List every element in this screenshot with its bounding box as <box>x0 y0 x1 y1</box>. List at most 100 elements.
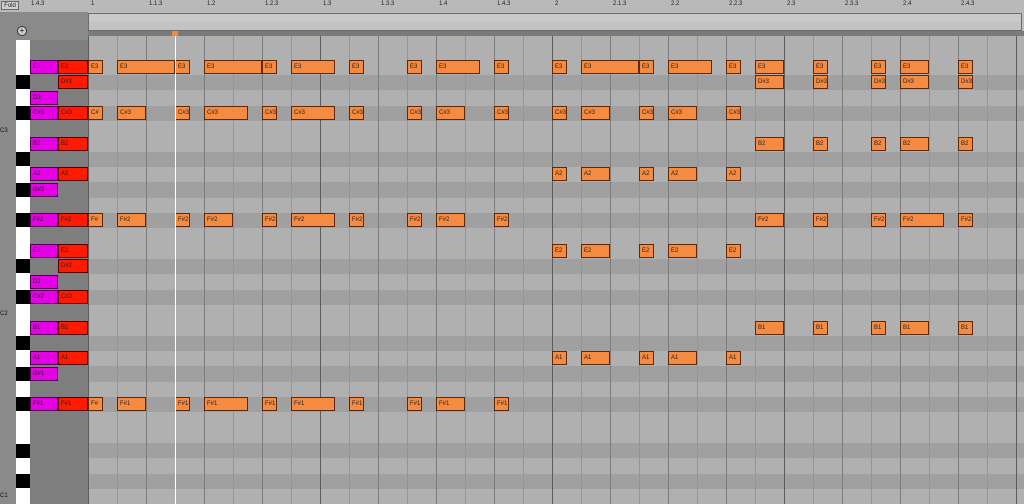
midi-note[interactable]: D#3 <box>958 75 973 90</box>
midi-note[interactable]: A1 <box>726 351 741 366</box>
midi-note[interactable]: C#3 <box>639 106 654 121</box>
midi-note[interactable]: E3 <box>494 60 509 74</box>
midi-note[interactable]: E3 <box>552 60 567 74</box>
black-key[interactable] <box>16 213 30 228</box>
midi-note[interactable]: E2 <box>726 244 741 259</box>
midi-note[interactable]: F#1 <box>349 397 364 412</box>
midi-note[interactable]: A1 <box>581 351 610 366</box>
midi-note[interactable]: D#3 <box>900 75 929 90</box>
key-note-magenta[interactable]: G#2 <box>30 182 58 197</box>
key-note-magenta[interactable]: B2 <box>30 136 58 151</box>
key-note-red[interactable]: F#1 <box>58 397 88 412</box>
midi-note[interactable]: A1 <box>668 351 697 366</box>
midi-note[interactable]: C#3 <box>668 106 697 121</box>
pitch-row[interactable] <box>88 366 1024 382</box>
midi-note[interactable]: F#2 <box>262 213 277 228</box>
key-note-red[interactable]: E3 <box>58 60 88 74</box>
midi-note[interactable]: C#3 <box>581 106 610 121</box>
black-key[interactable] <box>16 259 30 274</box>
midi-note[interactable]: E3 <box>900 60 929 74</box>
midi-note[interactable]: E3 <box>262 60 277 74</box>
midi-note[interactable]: F#2 <box>291 213 335 228</box>
midi-note[interactable]: F#2 <box>204 213 233 228</box>
pitch-row[interactable] <box>88 305 1024 320</box>
black-key[interactable] <box>16 336 30 351</box>
pitch-row[interactable] <box>88 428 1024 443</box>
loop-brace-bottom[interactable] <box>88 22 1022 31</box>
midi-note[interactable]: C#3 <box>407 106 422 121</box>
midi-note[interactable]: F#2 <box>175 213 190 228</box>
midi-note[interactable]: B2 <box>755 136 784 151</box>
key-note-magenta[interactable]: B1 <box>30 320 58 335</box>
midi-note[interactable]: C#3 <box>436 106 465 121</box>
midi-note[interactable]: E3 <box>958 60 973 74</box>
black-key[interactable] <box>16 474 30 489</box>
key-note-red[interactable]: B2 <box>58 136 88 151</box>
midi-note[interactable]: E3 <box>581 60 639 74</box>
midi-note[interactable]: F# <box>88 213 103 228</box>
midi-note[interactable]: B1 <box>900 320 929 335</box>
pitch-row[interactable] <box>88 473 1024 489</box>
pitch-row[interactable] <box>88 289 1024 305</box>
midi-note[interactable]: A2 <box>581 167 610 182</box>
black-key[interactable] <box>16 290 30 305</box>
key-note-red[interactable]: D#3 <box>58 75 88 90</box>
black-key[interactable] <box>16 152 30 167</box>
midi-note[interactable]: C#3 <box>726 106 741 121</box>
midi-note[interactable]: F#1 <box>291 397 335 412</box>
midi-note[interactable]: B2 <box>813 136 828 151</box>
key-note-magenta[interactable]: D3 <box>30 90 58 105</box>
black-key[interactable] <box>16 75 30 90</box>
midi-note[interactable]: A1 <box>552 351 567 366</box>
key-note-magenta[interactable]: E2 <box>30 244 58 259</box>
pitch-row[interactable] <box>88 335 1024 351</box>
key-note-red[interactable]: A1 <box>58 351 88 366</box>
midi-note[interactable]: B2 <box>871 136 886 151</box>
midi-note[interactable]: F#2 <box>871 213 886 228</box>
midi-note[interactable]: E3 <box>813 60 828 74</box>
midi-note[interactable]: F# <box>88 397 103 412</box>
midi-note[interactable]: F#2 <box>958 213 973 228</box>
pitch-row[interactable] <box>88 151 1024 167</box>
midi-note[interactable]: E3 <box>871 60 886 74</box>
pitch-row[interactable] <box>88 90 1024 105</box>
key-note-red[interactable]: A2 <box>58 167 88 182</box>
pitch-row[interactable] <box>88 198 1024 213</box>
midi-note[interactable]: F#1 <box>117 397 146 412</box>
key-note-red[interactable]: E2 <box>58 244 88 259</box>
key-note-red[interactable]: B1 <box>58 320 88 335</box>
midi-note[interactable]: D#3 <box>871 75 886 90</box>
midi-note[interactable]: F#2 <box>813 213 828 228</box>
midi-note[interactable]: E3 <box>204 60 262 74</box>
pitch-row[interactable] <box>88 458 1024 473</box>
fold-button[interactable]: Fold <box>1 1 19 10</box>
key-note-red[interactable]: C#3 <box>58 106 88 121</box>
midi-note[interactable]: F#1 <box>494 397 509 412</box>
midi-note[interactable]: E3 <box>88 60 103 74</box>
pitch-row[interactable] <box>88 412 1024 427</box>
key-note-magenta[interactable]: A1 <box>30 351 58 366</box>
midi-note[interactable]: B1 <box>755 320 784 335</box>
pitch-row[interactable] <box>88 258 1024 275</box>
midi-note[interactable]: B1 <box>813 320 828 335</box>
key-note-magenta[interactable]: D2 <box>30 274 58 289</box>
midi-note[interactable]: D#3 <box>813 75 828 90</box>
midi-note[interactable]: F#1 <box>436 397 465 412</box>
midi-note[interactable]: F#2 <box>117 213 146 228</box>
key-note-red[interactable]: F#2 <box>58 213 88 228</box>
midi-note[interactable]: F#1 <box>175 397 190 412</box>
midi-note[interactable]: C#3 <box>175 106 190 121</box>
key-note-magenta[interactable]: C#2 <box>30 290 58 305</box>
midi-note[interactable]: E2 <box>639 244 654 259</box>
midi-note[interactable]: F#2 <box>436 213 465 228</box>
midi-note[interactable]: E3 <box>436 60 480 74</box>
midi-note[interactable]: F#1 <box>262 397 277 412</box>
midi-note[interactable]: E3 <box>755 60 784 74</box>
midi-note[interactable]: E3 <box>407 60 422 74</box>
black-key[interactable] <box>16 182 30 197</box>
midi-note[interactable]: C#3 <box>349 106 364 121</box>
midi-note[interactable]: E3 <box>726 60 741 74</box>
pitch-row[interactable] <box>88 182 1024 198</box>
midi-note[interactable]: A1 <box>639 351 654 366</box>
key-note-magenta[interactable]: E3 <box>30 60 58 74</box>
